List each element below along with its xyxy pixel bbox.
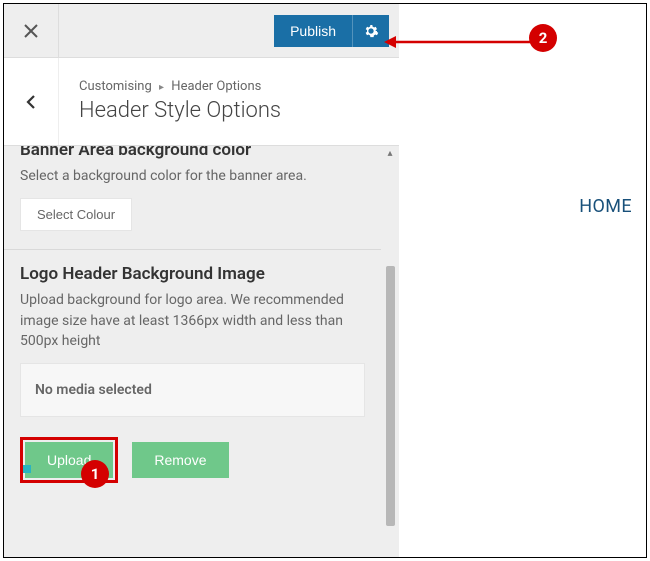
breadcrumb-separator-icon: ▸ (159, 82, 164, 93)
close-customizer-button[interactable] (4, 4, 59, 57)
logo-heading: Logo Header Background Image (20, 264, 365, 284)
scrollbar-thumb[interactable] (386, 266, 395, 526)
nav-home-link[interactable]: HOME (579, 196, 632, 217)
breadcrumb-parent: Header Options (171, 79, 261, 94)
close-icon (23, 23, 39, 39)
media-placeholder: No media selected (20, 363, 365, 417)
section-logo-header-bg: Logo Header Background Image Upload back… (4, 250, 381, 501)
live-preview: HOME LATEST (399, 4, 646, 557)
color-swatch (23, 465, 31, 473)
chevron-left-icon (23, 94, 39, 110)
scrollbar[interactable]: ▴ (381, 146, 399, 557)
panel-title: Header Style Options (79, 98, 281, 123)
breadcrumb-root: Customising (79, 79, 152, 94)
select-colour-button[interactable]: Select Colour (20, 198, 132, 231)
logo-desc: Upload background for logo area. We reco… (20, 290, 365, 351)
customizer-topbar: Publish (4, 4, 399, 58)
back-button[interactable] (4, 58, 59, 145)
scroll-up-icon[interactable]: ▴ (384, 148, 396, 160)
publish-label: Publish (290, 23, 336, 39)
banner-desc: Select a background color for the banner… (20, 166, 365, 186)
publish-button[interactable]: Publish (274, 15, 352, 47)
breadcrumb: Customising ▸ Header Options Header Styl… (4, 58, 399, 146)
upload-highlight: Upload (20, 437, 118, 483)
remove-button[interactable]: Remove (132, 442, 228, 478)
upload-button[interactable]: Upload (25, 442, 113, 478)
gear-icon (363, 23, 379, 39)
annotation-arrow-icon (384, 32, 534, 52)
banner-heading: Banner Area background color (20, 146, 365, 160)
section-banner-bg-color: Banner Area background color Select a ba… (4, 146, 381, 250)
